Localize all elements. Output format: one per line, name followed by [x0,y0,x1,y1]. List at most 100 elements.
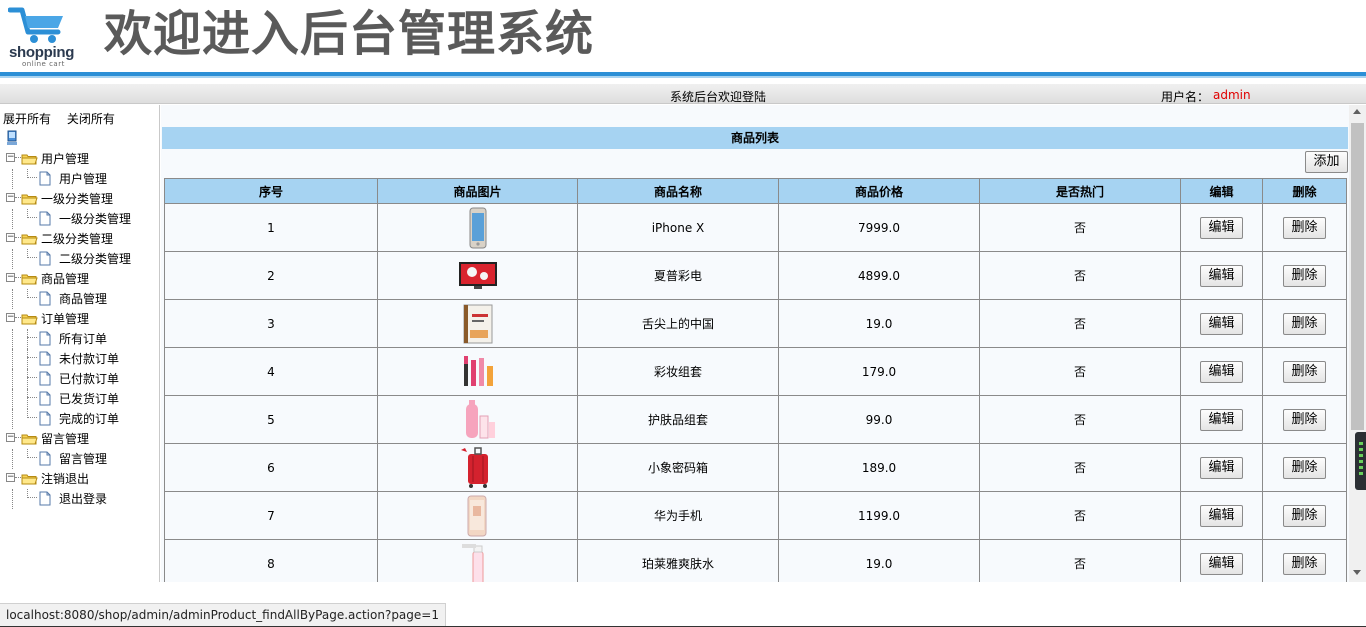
collapse-toggle-icon[interactable]: − [6,273,15,282]
delete-button[interactable]: 删除 [1283,216,1326,239]
cell-price: 7999.0 [778,203,980,252]
cell-price: 1199.0 [778,491,980,540]
collapse-toggle-icon[interactable]: − [6,193,15,202]
delete-button[interactable]: 删除 [1283,504,1326,527]
cell-price: 19.0 [778,539,980,582]
column-header-price: 商品价格 [778,178,980,204]
collapse-toggle-icon[interactable]: − [6,153,15,162]
edit-button[interactable]: 编辑 [1200,360,1243,383]
delete-button[interactable]: 删除 [1283,312,1326,335]
table-row: 6 小象密码箱 189.0 否编辑 删除 [164,443,1347,492]
cell-delete: 删除 [1262,347,1347,396]
cell-name: 珀莱雅爽肤水 [577,539,779,582]
sidebar-item-label[interactable]: 已发货订单 [59,390,119,408]
sidebar-item-label[interactable]: 已付款订单 [59,370,119,388]
document-icon [39,251,51,266]
sidebar-item-label[interactable]: 所有订单 [59,330,107,348]
edit-button[interactable]: 编辑 [1200,456,1243,479]
folder-open-icon [21,232,38,245]
cell-no: 7 [164,491,378,540]
product-table: 序号 商品图片 商品名称 商品价格 是否热门 编辑 删除 1 iPhone X 79… [164,178,1347,582]
product-thumbnail [458,495,498,536]
edit-button[interactable]: 编辑 [1200,552,1243,575]
site-title: 欢迎进入后台管理系统 [104,6,595,62]
cell-name: 护肤品组套 [577,395,779,444]
edit-button[interactable]: 编辑 [1200,264,1243,287]
edit-button[interactable]: 编辑 [1200,504,1243,527]
expand-all-link[interactable]: 展开所有 [3,112,51,126]
column-header-name: 商品名称 [577,178,779,204]
sidebar-group-label[interactable]: 商品管理 [41,270,89,288]
cell-delete: 删除 [1262,299,1347,348]
document-icon [39,211,51,226]
sidebar-group-label[interactable]: 留言管理 [41,430,89,448]
cell-delete: 删除 [1262,395,1347,444]
cell-edit: 编辑 [1180,251,1263,300]
cell-image [377,491,578,540]
sidebar-item-label[interactable]: 完成的订单 [59,410,119,428]
document-icon [39,451,51,466]
sidebar-item-label[interactable]: 一级分类管理 [59,210,131,228]
shopping-logo: shopping online cart [6,4,78,68]
vertical-scrollbar[interactable] [1349,105,1366,582]
sidebar-item-label[interactable]: 二级分类管理 [59,250,131,268]
cell-hot: 否 [979,251,1181,300]
cell-name: 彩妆组套 [577,347,779,396]
delete-button[interactable]: 删除 [1283,552,1326,575]
edit-button[interactable]: 编辑 [1200,216,1243,239]
delete-button[interactable]: 删除 [1283,264,1326,287]
cell-image [377,251,578,300]
cell-image [377,203,578,252]
sidebar-group-label[interactable]: 注销退出 [41,470,89,488]
username-label: 用户名： [1161,90,1210,104]
collapse-toggle-icon[interactable]: − [6,473,15,482]
table-row: 5 护肤品组套 99.0 否编辑 删除 [164,395,1347,444]
sidebar-group-label[interactable]: 二级分类管理 [41,230,113,248]
cell-edit: 编辑 [1180,539,1263,582]
document-icon [39,411,51,426]
cell-no: 8 [164,539,378,582]
side-widget-icon[interactable] [1355,432,1366,490]
sidebar-item-label[interactable]: 留言管理 [59,450,107,468]
scroll-down-icon[interactable] [1353,570,1361,575]
sidebar-group-label[interactable]: 订单管理 [41,310,89,328]
cell-image [377,347,578,396]
cell-hot: 否 [979,539,1181,582]
edit-button[interactable]: 编辑 [1200,408,1243,431]
sidebar-group-label[interactable]: 一级分类管理 [41,190,113,208]
collapse-toggle-icon[interactable]: − [6,233,15,242]
collapse-toggle-icon[interactable]: − [6,433,15,442]
cell-price: 99.0 [778,395,980,444]
delete-button[interactable]: 删除 [1283,408,1326,431]
scroll-up-icon[interactable] [1353,109,1361,114]
collapse-all-link[interactable]: 关闭所有 [67,112,115,126]
sidebar-item-label[interactable]: 商品管理 [59,290,107,308]
folder-open-icon [21,152,38,165]
cell-edit: 编辑 [1180,203,1263,252]
delete-button[interactable]: 删除 [1283,360,1326,383]
sidebar-item-label[interactable]: 未付款订单 [59,350,119,368]
folder-open-icon [21,472,38,485]
sidebar-item-label[interactable]: 用户管理 [59,170,107,188]
collapse-toggle-icon[interactable]: − [6,313,15,322]
add-product-button[interactable]: 添加 [1305,151,1348,173]
status-bar-url: localhost:8080/shop/admin/adminProduct_f… [0,603,446,626]
sidebar-group-label[interactable]: 用户管理 [41,150,89,168]
column-header-image: 商品图片 [377,178,578,204]
cell-no: 2 [164,251,378,300]
table-row: 4 彩妆组套 179.0 否编辑 删除 [164,347,1347,396]
cell-name: iPhone X [577,203,779,252]
sidebar-item-label[interactable]: 退出登录 [59,490,107,508]
column-header-no: 序号 [164,178,378,204]
cell-delete: 删除 [1262,443,1347,492]
username-value: admin [1213,88,1251,102]
document-icon [39,291,51,306]
cell-hot: 否 [979,443,1181,492]
scroll-thumb[interactable] [1351,123,1364,430]
cell-price: 19.0 [778,299,980,348]
cell-no: 5 [164,395,378,444]
page-header: shopping online cart 欢迎进入后台管理系统 [0,0,1366,72]
tree-root-icon[interactable] [6,130,18,146]
delete-button[interactable]: 删除 [1283,456,1326,479]
edit-button[interactable]: 编辑 [1200,312,1243,335]
